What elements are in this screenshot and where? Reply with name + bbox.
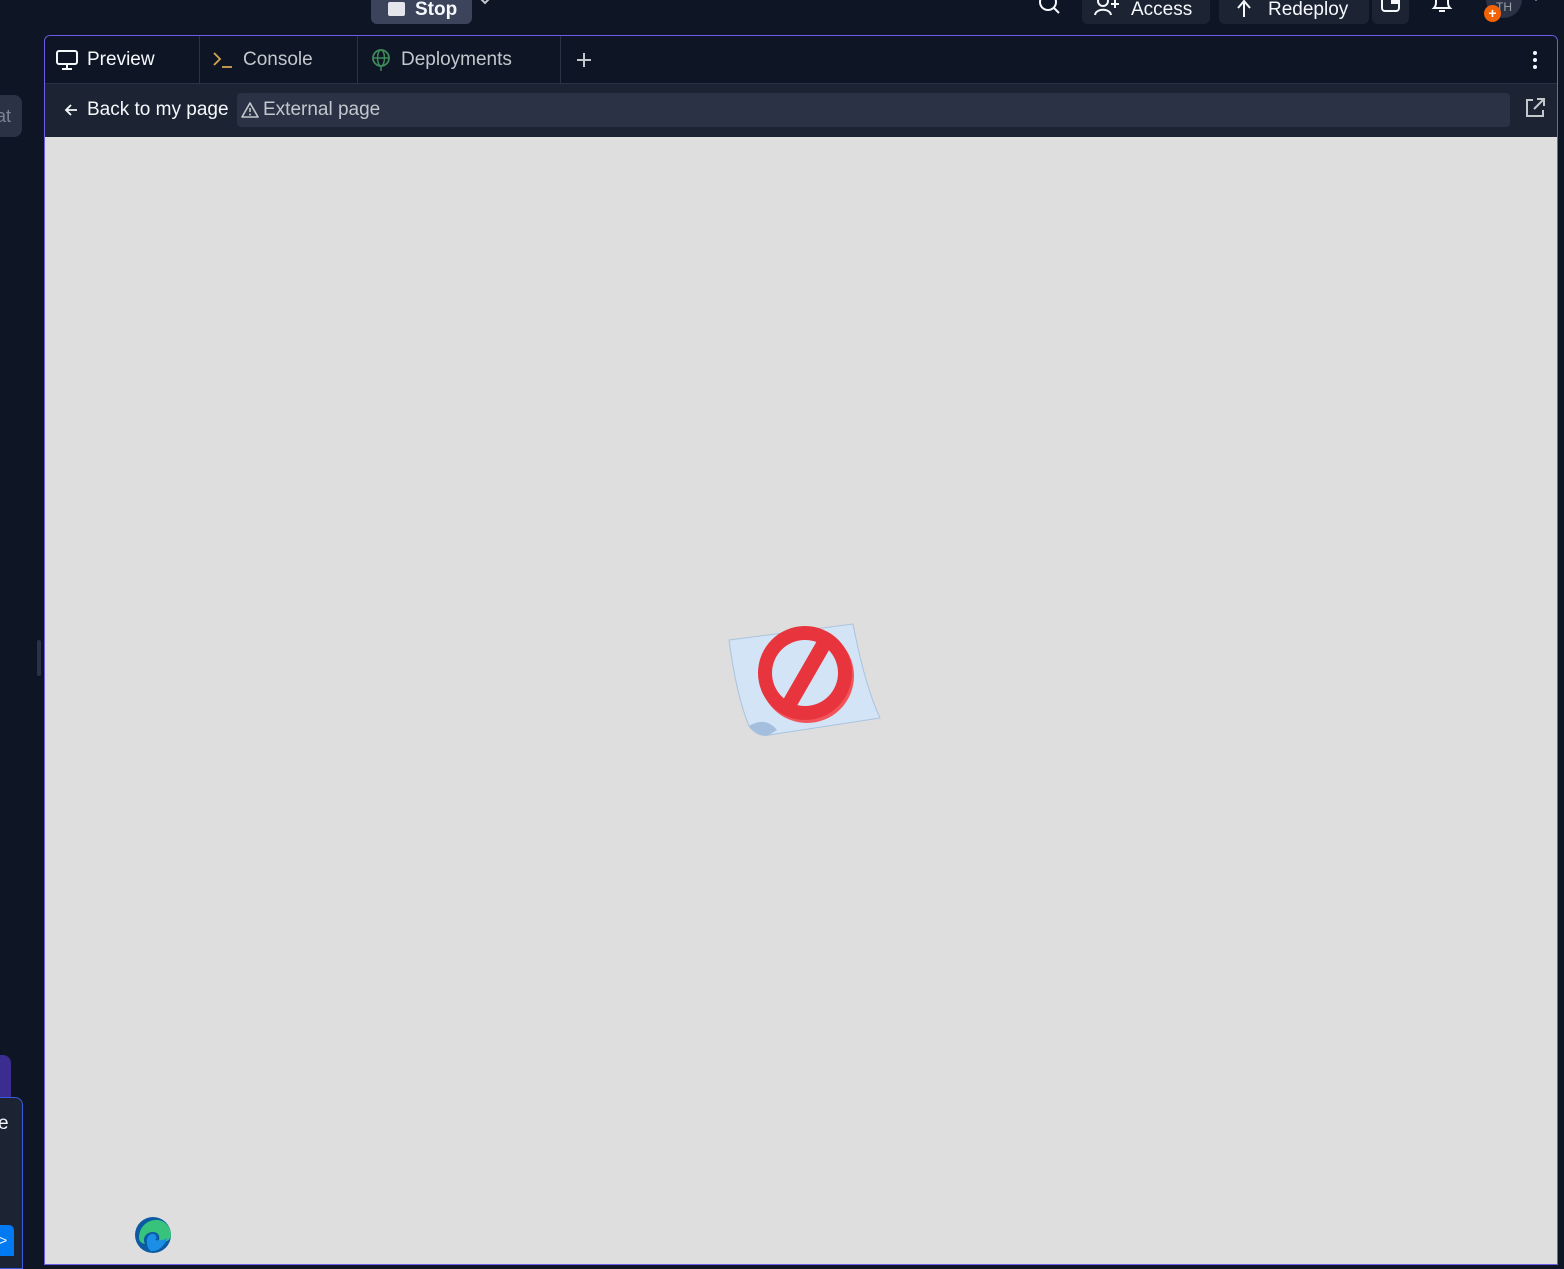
- stop-icon: [388, 2, 405, 16]
- sidebar-send-button[interactable]: >: [0, 1225, 14, 1256]
- workspace-header: Stop Access Redeploy TH +: [0, 0, 1564, 34]
- arrow-left-icon: [64, 104, 77, 116]
- url-text: External page: [263, 99, 381, 120]
- access-button[interactable]: Access: [1082, 0, 1210, 24]
- open-external-icon[interactable]: [1523, 96, 1547, 120]
- redeploy-button[interactable]: Redeploy: [1219, 0, 1369, 24]
- sidebar-input-text: at: [0, 106, 11, 126]
- url-field[interactable]: External page: [237, 93, 1510, 127]
- access-label: Access: [1131, 0, 1193, 20]
- globe-icon: [372, 49, 390, 71]
- sidebar-highlight[interactable]: [0, 1055, 11, 1099]
- tab-label: Deployments: [401, 49, 512, 70]
- user-plus-icon: [1094, 0, 1119, 16]
- warning-icon: [241, 102, 259, 118]
- tab-preview[interactable]: Preview: [45, 36, 200, 83]
- back-label: Back to my page: [87, 99, 229, 120]
- sidebar-card-text: e: [0, 1113, 9, 1134]
- stop-label: Stop: [415, 0, 458, 20]
- sidebar-input[interactable]: at: [0, 95, 22, 137]
- deploy-icon: [1237, 0, 1251, 17]
- monitor-icon: [56, 50, 78, 70]
- more-options-icon[interactable]: [1527, 49, 1543, 71]
- bell-icon[interactable]: [1431, 0, 1453, 14]
- preview-address-bar: Back to my page External page: [45, 84, 1557, 136]
- chevron-down-icon[interactable]: [478, 0, 492, 8]
- panel-resize-handle[interactable]: [37, 640, 41, 676]
- tab-console[interactable]: Console: [200, 36, 358, 83]
- tab-label: Console: [243, 49, 313, 70]
- tab-bar: Preview Console Deployments: [45, 36, 1557, 84]
- preview-viewport[interactable]: [45, 137, 1557, 1264]
- stop-button[interactable]: Stop: [371, 0, 472, 24]
- tab-label: Preview: [87, 49, 155, 70]
- search-icon[interactable]: [1037, 0, 1061, 16]
- preview-pane: Preview Console Deployments Back to my p…: [44, 35, 1558, 1265]
- tab-deployments[interactable]: Deployments: [358, 36, 561, 83]
- open-in-new-window-button[interactable]: [1372, 0, 1409, 24]
- blocked-page-icon: [728, 623, 881, 736]
- notification-badge: +: [1484, 5, 1501, 22]
- add-tab-icon[interactable]: [572, 48, 596, 72]
- chevron-down-icon[interactable]: [1530, 0, 1542, 5]
- redeploy-label: Redeploy: [1268, 0, 1349, 20]
- edge-browser-icon: [135, 1217, 171, 1253]
- terminal-icon: [213, 52, 232, 68]
- new-window-icon: [1381, 0, 1400, 12]
